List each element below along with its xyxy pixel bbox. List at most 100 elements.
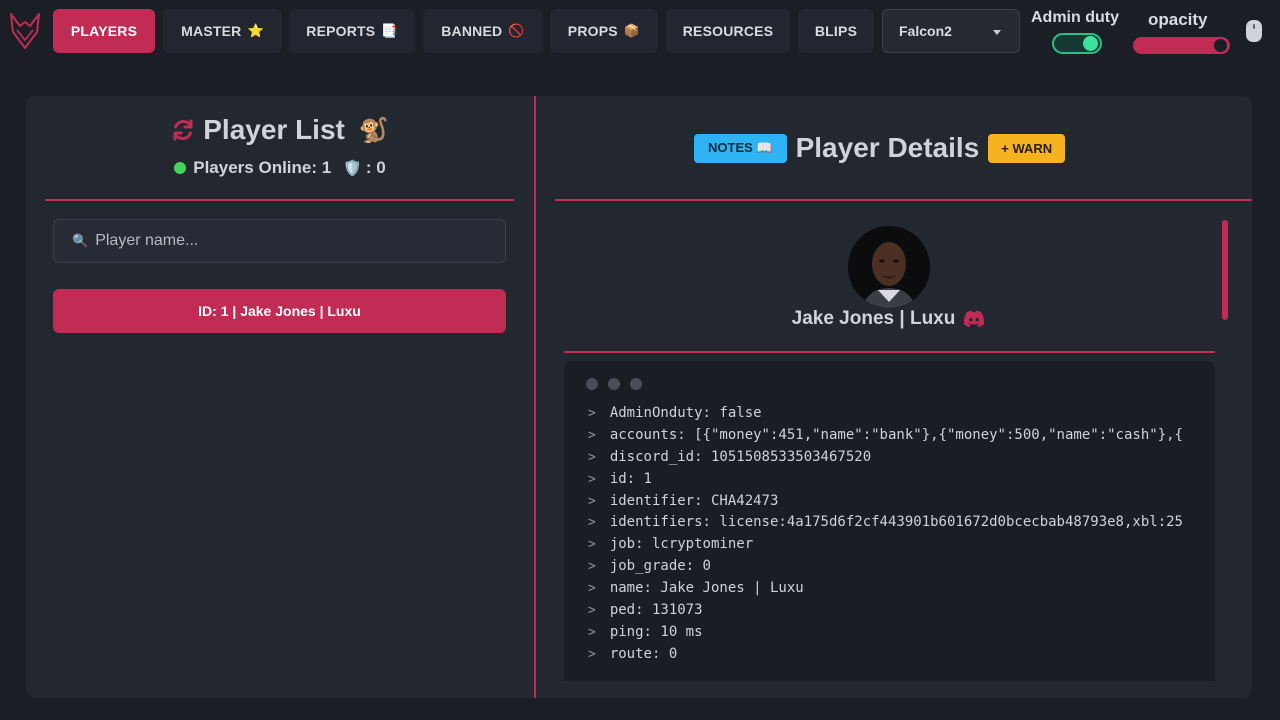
refresh-icon[interactable] (171, 118, 195, 142)
document-icon: 📑 (381, 23, 398, 38)
player-name: Jake Jones | Luxu (791, 308, 956, 329)
chevron-right-icon: > (588, 515, 596, 531)
details-list: > AdminOnduty: false > accounts: [{"money"… (588, 403, 1215, 666)
nav-banned-label: BANNED (441, 23, 503, 39)
detail-text: AdminOnduty: false (609, 405, 762, 421)
players-online-label: Players Online: 1 (193, 158, 332, 177)
right-header-divider (555, 199, 1252, 201)
detail-line: > accounts: [{"money":451,"name":"bank"},… (588, 425, 1215, 447)
admin-duty-toggle[interactable] (1052, 33, 1102, 54)
detail-line: > id: 1 (588, 469, 1215, 491)
window-dots (586, 378, 652, 390)
detail-text: job: lcryptominer (609, 536, 754, 553)
chevron-right-icon: > (588, 493, 596, 509)
nav-master-button[interactable]: MASTER ⭐ (163, 9, 282, 53)
nav-players-label: PLAYERS (70, 23, 138, 39)
toggle-knob (1083, 36, 1098, 51)
mouse-icon[interactable] (1246, 20, 1262, 42)
detail-line: > job_grade: 0 (588, 556, 1215, 578)
detail-line: > job: lcryptominer (588, 534, 1215, 556)
nav-props-label: PROPS (567, 23, 618, 39)
chevron-right-icon: > (588, 427, 596, 443)
nav-master-label: MASTER (181, 23, 242, 39)
detail-text: identifiers: license:4a175d6f2cf443901b6… (609, 514, 1183, 531)
chevron-down-icon (993, 30, 1001, 35)
warn-button[interactable]: + WARN (988, 133, 1066, 163)
window-dot-icon (630, 378, 642, 390)
server-select-value: Falcon2 (899, 23, 952, 39)
nav-banned-button[interactable]: BANNED 🚫 (423, 9, 543, 53)
name-divider (564, 351, 1215, 353)
detail-line: > identifiers: license:4a175d6f2cf443901b… (588, 512, 1215, 534)
chevron-right-icon: > (588, 559, 596, 575)
detail-text: ped: 131073 (609, 602, 703, 619)
detail-text: id: 1 (609, 470, 652, 487)
nav-resources-button[interactable]: RESOURCES (666, 9, 790, 53)
star-icon: ⭐ (247, 23, 264, 38)
chevron-right-icon: > (588, 581, 596, 597)
main-panel: Player List 🐒 Players Online: 1 🛡️ : 0 🔍… (26, 96, 1252, 698)
nav-reports-button[interactable]: REPORTS 📑 (289, 9, 415, 53)
avatar-portrait-icon (848, 226, 930, 308)
opacity-slider[interactable] (1133, 37, 1230, 54)
detail-line: > AdminOnduty: false (588, 403, 1215, 425)
player-list-item[interactable]: ID: 1 | Jake Jones | Luxu (53, 289, 506, 333)
nav-resources-label: RESOURCES (682, 23, 774, 39)
package-icon: 📦 (623, 23, 641, 38)
panel-divider (534, 96, 536, 698)
detail-text: ping: 10 ms (609, 623, 703, 640)
staff-online-count: : 0 (365, 158, 386, 177)
detail-line: > ped: 131073 (588, 600, 1215, 622)
detail-line: > discord_id: 1051508533503467520 (588, 447, 1215, 469)
player-list-title: Player List (203, 114, 345, 145)
window-dot-icon (586, 378, 598, 390)
opacity-label: opacity (1148, 10, 1208, 29)
chevron-right-icon: > (588, 449, 596, 465)
chevron-right-icon: > (588, 624, 596, 640)
chevron-right-icon: > (588, 537, 596, 553)
detail-text: name: Jake Jones | Luxu (609, 580, 804, 597)
nav-blips-label: BLIPS (814, 23, 858, 39)
detail-text: discord_id: 1051508533503467520 (609, 448, 872, 465)
players-online-status: Players Online: 1 🛡️ : 0 (26, 158, 534, 178)
chevron-right-icon: > (588, 471, 596, 487)
player-list-item-label: ID: 1 | Jake Jones | Luxu (198, 303, 361, 319)
left-header-divider (45, 199, 514, 201)
detail-text: accounts: [{"money":451,"name":"bank"},{… (609, 426, 1183, 443)
chevron-right-icon: > (588, 603, 596, 619)
player-search-input[interactable] (95, 232, 476, 250)
nav-players-button[interactable]: PLAYERS (53, 9, 155, 53)
monkey-icon: 🐒 (358, 116, 389, 144)
chevron-right-icon: > (588, 406, 596, 421)
player-avatar (848, 226, 930, 308)
prohibited-icon: 🚫 (508, 23, 525, 38)
detail-line: > ping: 10 ms (588, 622, 1215, 644)
admin-duty-label: Admin duty (1031, 9, 1119, 26)
player-search-box[interactable]: 🔍 (53, 219, 506, 263)
chevron-right-icon: > (588, 646, 596, 662)
opacity-slider-thumb[interactable] (1214, 39, 1227, 52)
detail-line: > name: Jake Jones | Luxu (588, 578, 1215, 600)
details-scrollbar[interactable] (1222, 220, 1228, 320)
shield-icon: 🛡️ (343, 160, 362, 177)
top-bar: PLAYERS MASTER ⭐ REPORTS 📑 BANNED 🚫 PROP… (0, 0, 1280, 62)
detail-text: job_grade: 0 (609, 558, 711, 575)
nav-reports-label: REPORTS (306, 23, 376, 39)
detail-line: > identifier: CHA42473 (588, 491, 1215, 513)
fox-logo-icon (10, 13, 40, 49)
player-details-title: Player Details (795, 132, 980, 163)
player-details-header: NOTES 📖 Player Details + WARN (694, 132, 1066, 164)
online-dot-icon (174, 162, 187, 174)
discord-icon[interactable] (962, 310, 986, 328)
detail-line: > route: 0 (588, 644, 1215, 666)
notes-button[interactable]: NOTES 📖 (694, 133, 787, 163)
search-icon: 🔍 (72, 233, 89, 248)
server-select[interactable]: Falcon2 (882, 9, 1020, 53)
warn-button-label: + WARN (1001, 140, 1053, 156)
nav-blips-button[interactable]: BLIPS (798, 9, 874, 53)
player-name-row: Jake Jones | Luxu (564, 308, 1214, 330)
detail-text: route: 0 (609, 645, 678, 662)
player-details-console: > AdminOnduty: false > accounts: [{"money"… (564, 361, 1215, 681)
player-list-header: Player List 🐒 (26, 114, 534, 146)
nav-props-button[interactable]: PROPS 📦 (550, 9, 658, 53)
